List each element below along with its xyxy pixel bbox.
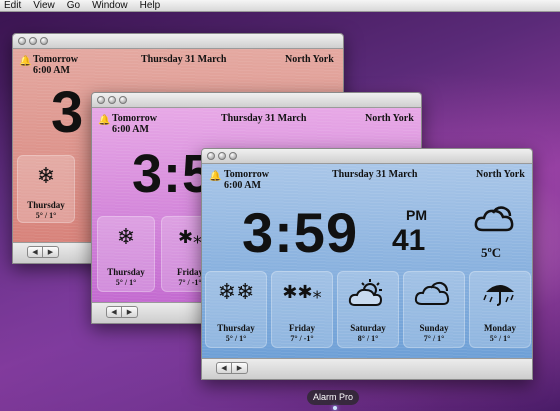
cloudy-icon	[404, 278, 464, 315]
zoom-button[interactable]	[119, 96, 127, 104]
alarm-bell-icon: 🔔	[209, 171, 222, 182]
alarm-time: 6:00 AM	[112, 124, 149, 135]
am-pm-indicator: PM	[406, 207, 427, 223]
current-temperature: 5ºC	[481, 245, 502, 260]
forecast-day: Monday	[483, 323, 516, 333]
forecast-temp: 5° / 1°	[489, 334, 511, 343]
location-label: North York	[365, 113, 414, 124]
forecast-day: Friday	[289, 323, 315, 333]
window-controls	[18, 37, 48, 45]
forecast-card: Sunday 7° / 1°	[403, 271, 465, 348]
forecast-temp: 7° / 1°	[423, 334, 445, 343]
zoom-button[interactable]	[229, 152, 237, 160]
bottom-bar: ◀ ▶	[202, 358, 532, 379]
alarm-label: Tomorrow	[112, 113, 157, 124]
menu-window[interactable]: Window	[92, 0, 128, 11]
window-controls	[207, 152, 237, 160]
snow-icon: ❄	[36, 163, 56, 188]
next-button[interactable]: ▶	[122, 306, 138, 318]
alarm-bell-icon: 🔔	[19, 56, 32, 67]
snow-icon: ❄	[116, 224, 136, 249]
forecast-card: ❄❄ Thursday 5° / 1°	[205, 271, 267, 348]
forecast-card: Monday 5° / 1°	[469, 271, 531, 348]
forecast-temp: 5° / 1°	[115, 278, 137, 287]
forecast-temp: 5° / 1°	[225, 334, 247, 343]
minimize-button[interactable]	[218, 152, 226, 160]
window-controls	[97, 96, 127, 104]
clock-time: 3	[51, 80, 85, 145]
forecast-card: ❄ Thursday 5° / 1°	[97, 216, 155, 292]
menu-go[interactable]: Go	[67, 0, 80, 11]
seconds-display: 41	[392, 224, 426, 257]
close-button[interactable]	[18, 37, 26, 45]
dock-running-indicator	[333, 406, 337, 410]
title-bar[interactable]	[202, 149, 532, 164]
previous-button[interactable]: ◀	[27, 246, 43, 258]
cloudy-icon	[473, 204, 517, 234]
minimize-button[interactable]	[29, 37, 37, 45]
previous-button[interactable]: ◀	[216, 362, 232, 374]
nav-buttons: ◀ ▶	[27, 246, 59, 258]
menu-help[interactable]: Help	[140, 0, 161, 11]
previous-button[interactable]: ◀	[106, 306, 122, 318]
snow-icon: ❄❄	[217, 279, 255, 304]
next-button[interactable]: ▶	[232, 362, 248, 374]
forecast-day: Thursday	[217, 323, 255, 333]
date-label: Thursday 31 March	[141, 54, 227, 65]
snow-rain-icon: ✱✱⁎	[282, 282, 322, 302]
umbrella-rain-icon	[470, 278, 530, 315]
forecast-day: Thursday	[27, 200, 65, 210]
alarm-time: 6:00 AM	[224, 180, 261, 191]
date-label: Thursday 31 March	[221, 113, 307, 124]
close-button[interactable]	[207, 152, 215, 160]
alarm-label: Tomorrow	[33, 54, 78, 65]
menu-edit[interactable]: Edit	[4, 0, 21, 11]
alarm-bell-icon: 🔔	[98, 115, 111, 126]
location-label: North York	[476, 169, 525, 180]
forecast-card: ❄ Thursday 5° / 1°	[17, 155, 75, 223]
forecast-temp: 8° / 1°	[357, 334, 379, 343]
forecast-day: Sunday	[419, 323, 449, 333]
clock-time: 3:59	[242, 201, 359, 264]
location-label: North York	[285, 54, 334, 65]
forecast-temp: 5° / 1°	[35, 211, 57, 220]
menu-bar: Edit View Go Window Help	[0, 0, 560, 12]
title-bar[interactable]	[92, 93, 421, 108]
nav-buttons: ◀ ▶	[106, 306, 138, 318]
alarm-label: Tomorrow	[224, 169, 269, 180]
forecast-day: Thursday	[107, 267, 145, 277]
nav-buttons: ◀ ▶	[216, 362, 248, 374]
close-button[interactable]	[97, 96, 105, 104]
date-label: Thursday 31 March	[332, 169, 418, 180]
alarm-window-front[interactable]: 🔔 Tomorrow 6:00 AM Thursday 31 March Nor…	[201, 148, 533, 380]
next-button[interactable]: ▶	[43, 246, 59, 258]
forecast-card: ✱✱⁎ Friday 7° / -1°	[271, 271, 333, 348]
zoom-button[interactable]	[40, 37, 48, 45]
alarm-time: 6:00 AM	[33, 65, 70, 76]
forecast-temp: 7° / -1°	[290, 334, 314, 343]
partly-sunny-icon	[338, 278, 398, 315]
menu-view[interactable]: View	[33, 0, 55, 11]
minimize-button[interactable]	[108, 96, 116, 104]
window-content: 🔔 Tomorrow 6:00 AM Thursday 31 March Nor…	[202, 164, 532, 359]
forecast-card: Saturday 8° / 1°	[337, 271, 399, 348]
dock-app-label: Alarm Pro	[307, 390, 360, 405]
title-bar[interactable]	[13, 34, 343, 49]
forecast-day: Saturday	[350, 323, 386, 333]
